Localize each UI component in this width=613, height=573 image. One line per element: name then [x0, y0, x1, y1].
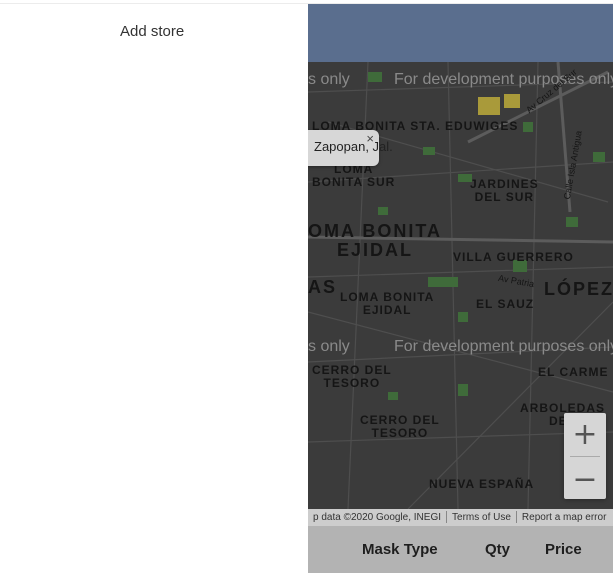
map-header-bar	[308, 4, 613, 62]
zoom-in-button[interactable]: +	[564, 413, 606, 455]
zoom-divider	[570, 456, 600, 457]
map-container[interactable]: s only For development purposes only s o…	[308, 4, 613, 573]
dev-watermark: s only	[308, 338, 350, 355]
map-label-as: AS	[308, 277, 338, 297]
map-label-cerro-del-tesoro-2: CERRO DEL TESORO	[360, 413, 440, 440]
map-label-jardines-del-sur: JARDINES DEL SUR	[470, 177, 539, 204]
map-label-el-sauz: EL SAUZ	[476, 297, 535, 311]
map-label-el-carme: EL CARME	[538, 365, 609, 379]
dev-watermark: s only	[308, 71, 350, 88]
close-icon[interactable]: ×	[366, 131, 374, 146]
zoom-out-button[interactable]: −	[564, 458, 606, 500]
map-attribution: p data ©2020 Google, INEGI Terms of Use Re…	[308, 509, 613, 526]
dev-watermark: For development purposes only	[394, 338, 613, 355]
dev-watermark: For development purposes only	[394, 71, 613, 88]
map-info-window[interactable]: Zapopan, Jal. ×	[308, 130, 393, 166]
column-header-price: Price	[545, 541, 582, 558]
map-data-credit: p data ©2020 Google, INEGI	[313, 512, 442, 523]
map-label-villa-guerrero: VILLA GUERRERO	[453, 250, 574, 264]
map-label-nueva-espana: NUEVA ESPAÑA	[429, 477, 535, 491]
side-panel: Add store	[0, 4, 308, 573]
map-label-lopez: LÓPEZ	[544, 279, 613, 299]
zoom-control: + −	[564, 413, 606, 499]
add-store-button[interactable]: Add store	[120, 23, 184, 40]
table-header-row: Mask Type Qty Price	[308, 526, 613, 573]
report-map-error-link[interactable]: Report a map error	[517, 512, 611, 523]
map-label-cerro-del-tesoro: CERRO DEL TESORO	[312, 363, 392, 390]
column-header-mask-type: Mask Type	[362, 541, 438, 558]
info-window-address: Zapopan, Jal.	[314, 139, 393, 154]
map-label-bonita-sur: BONITA SUR	[312, 175, 396, 189]
map-label-loma-bonita-ejidal-small: LOMA BONITA EJIDAL	[340, 290, 435, 317]
map-label-loma-bonita-ejidal: OMA BONITA EJIDAL	[308, 221, 442, 260]
terms-of-use-link[interactable]: Terms of Use	[447, 512, 516, 523]
column-header-qty: Qty	[485, 541, 511, 558]
